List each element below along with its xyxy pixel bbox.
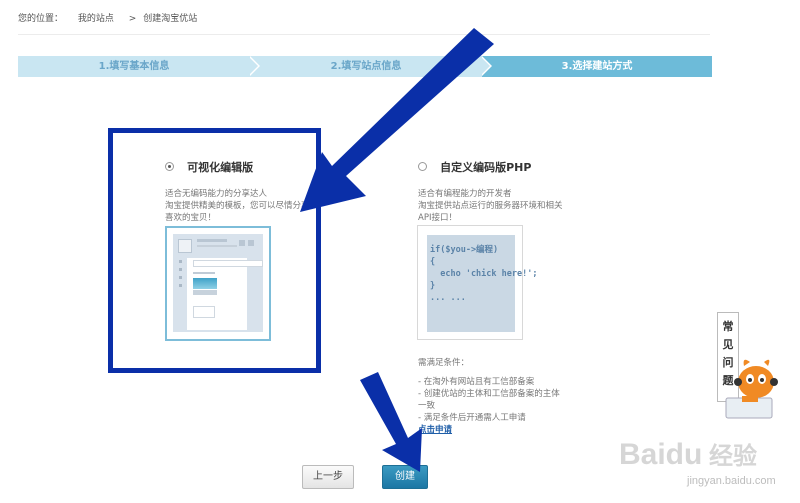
mascot-icon xyxy=(725,359,778,419)
svg-text:经验: 经验 xyxy=(709,442,757,470)
arrow-bottom-icon xyxy=(360,372,422,472)
baidu-watermark-icon: Baidu 经验 jingyan.baidu.com xyxy=(619,438,776,487)
arrow-top-icon xyxy=(300,28,494,212)
svg-text:jingyan.baidu.com: jingyan.baidu.com xyxy=(686,475,776,487)
annotation-arrow-icon xyxy=(300,28,494,472)
svg-text:Baidu: Baidu xyxy=(619,438,702,471)
